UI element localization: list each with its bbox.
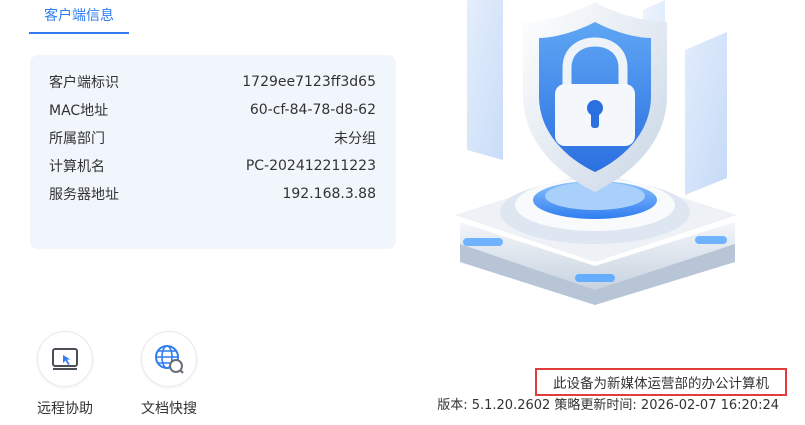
tab-client-info[interactable]: 客户端信息 [29, 0, 129, 34]
info-row-department: 所属部门 未分组 [49, 124, 376, 152]
remote-monitor-icon [52, 348, 78, 370]
glass-panel-left [467, 0, 503, 160]
info-value: 1729ee7123ff3d65 [242, 74, 376, 90]
info-value: PC-202412211223 [245, 158, 376, 174]
remote-assist-button[interactable]: 远程协助 [25, 331, 105, 418]
info-row-computer-name: 计算机名 PC-202412211223 [49, 152, 376, 180]
remote-assist-circle[interactable] [37, 331, 93, 387]
info-label: 计算机名 [49, 159, 105, 175]
security-shield-illustration [455, 0, 737, 305]
doc-search-circle[interactable] [141, 331, 197, 387]
info-value: 未分组 [334, 131, 376, 147]
info-label: 服务器地址 [49, 187, 119, 203]
info-value: 192.168.3.88 [282, 186, 376, 202]
info-row-client-id: 客户端标识 1729ee7123ff3d65 [49, 68, 376, 96]
glass-panel-right [685, 32, 727, 195]
info-label: 所属部门 [49, 131, 105, 147]
client-info-card: 客户端标识 1729ee7123ff3d65 MAC地址 60-cf-84-78… [30, 55, 396, 249]
doc-search-button[interactable]: 文档快搜 [129, 331, 209, 418]
version-policy-info: 版本: 5.1.20.2602 策略更新时间: 2026-02-07 16:20… [437, 398, 779, 413]
globe-search-icon [155, 345, 184, 374]
device-notice: 此设备为新媒体运营部的办公计算机 [535, 368, 787, 396]
info-row-server-address: 服务器地址 192.168.3.88 [49, 180, 376, 208]
info-label: MAC地址 [49, 103, 109, 119]
info-label: 客户端标识 [49, 75, 119, 91]
info-row-mac: MAC地址 60-cf-84-78-d8-62 [49, 96, 376, 124]
doc-search-label: 文档快搜 [141, 401, 197, 417]
remote-assist-label: 远程协助 [37, 401, 93, 417]
info-value: 60-cf-84-78-d8-62 [249, 102, 376, 118]
